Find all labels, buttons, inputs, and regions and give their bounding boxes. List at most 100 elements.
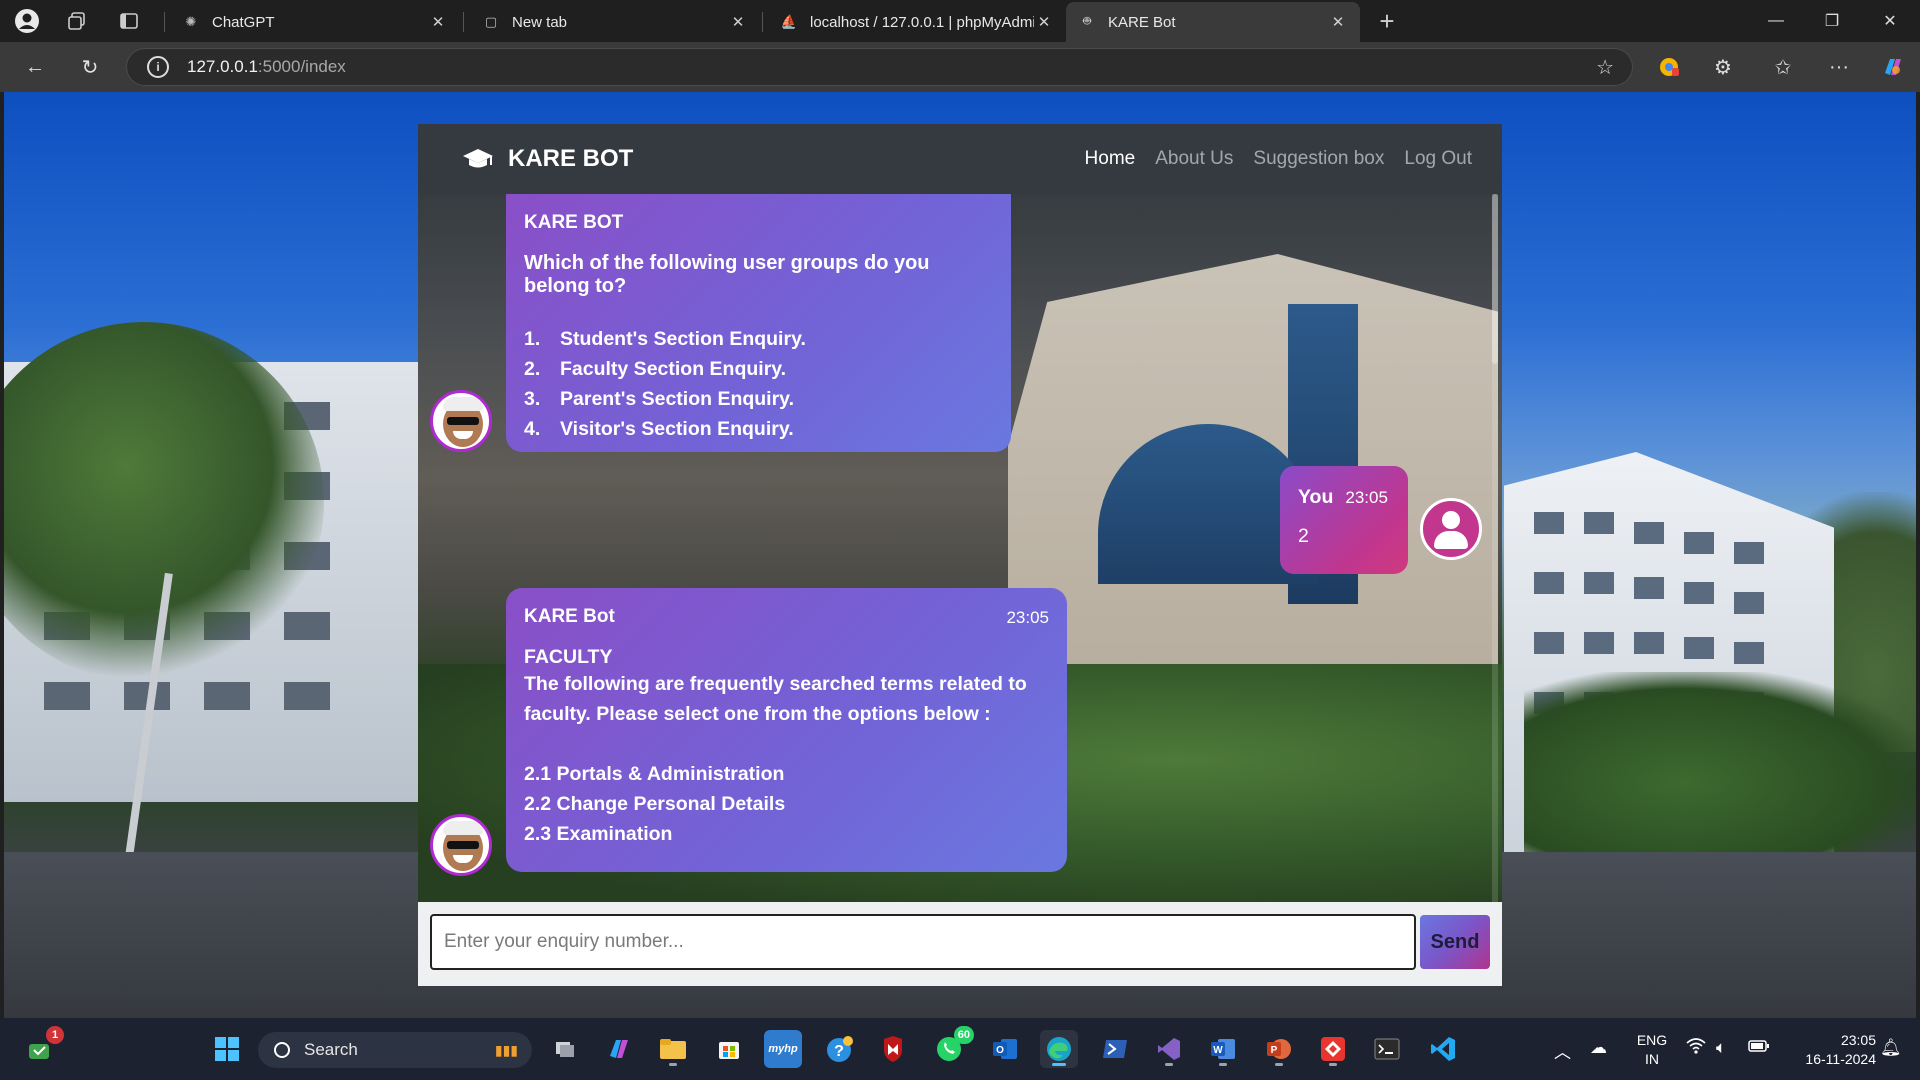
list-item: 4. Visitor's Section Enquiry.: [524, 418, 794, 440]
task-view-icon[interactable]: [546, 1030, 584, 1068]
message-time: 23:05: [1006, 608, 1049, 627]
language-indicator[interactable]: ENG IN: [1634, 1031, 1670, 1069]
nav-suggestion-box[interactable]: Suggestion box: [1253, 148, 1384, 170]
notification-badge: 1: [46, 1026, 64, 1044]
nav-about-us[interactable]: About Us: [1155, 148, 1233, 170]
terminal-icon[interactable]: [1368, 1030, 1406, 1068]
list-item: 2.2 Change Personal Details: [524, 793, 786, 815]
chat-area[interactable]: KARE BOT Which of the following user gro…: [418, 194, 1502, 902]
powerpoint-icon[interactable]: P: [1260, 1030, 1298, 1068]
clock-time: 23:05: [1840, 1032, 1876, 1048]
brand[interactable]: KARE BOT: [462, 145, 633, 173]
chat-scrollbar[interactable]: [1492, 194, 1498, 902]
profile-icon[interactable]: [12, 6, 42, 36]
whatsapp-icon[interactable]: 60: [930, 1026, 974, 1068]
refresh-icon[interactable]: ↻: [73, 51, 107, 83]
tab-chatgpt[interactable]: ✺ ChatGPT ✕: [170, 2, 460, 42]
address-bar[interactable]: i 127.0.0.1:5000/index ☆: [126, 48, 1633, 86]
search-highlight-icon: ▮▮▮: [494, 1041, 518, 1058]
close-icon[interactable]: ✕: [728, 13, 748, 31]
tab-title: KARE Bot: [1108, 13, 1176, 31]
list-item: 2. Faculty Section Enquiry.: [524, 358, 787, 380]
message-time: 23:05: [1345, 488, 1388, 507]
back-icon[interactable]: ←: [18, 51, 52, 83]
store-icon[interactable]: [710, 1030, 748, 1068]
site-info-icon[interactable]: i: [147, 56, 169, 78]
bot-message: KARE Bot 23:05 FACULTY The following are…: [506, 588, 1067, 872]
search-label: Search: [304, 1040, 358, 1059]
window-close-icon[interactable]: ✕: [1862, 0, 1918, 42]
svg-text:W: W: [1213, 1045, 1223, 1056]
new-tab-icon[interactable]: +: [1372, 6, 1402, 36]
outlook-icon[interactable]: O: [986, 1030, 1024, 1068]
region-code: IN: [1645, 1051, 1659, 1067]
clock[interactable]: 23:05 16-11-2024: [1780, 1031, 1876, 1069]
anydesk-icon[interactable]: [1314, 1030, 1352, 1068]
volume-icon[interactable]: 🔈︎: [1716, 1038, 1726, 1058]
list-item: 1. Student's Section Enquiry.: [524, 328, 806, 350]
list-item: 3. Parent's Section Enquiry.: [524, 388, 794, 410]
vscode-icon[interactable]: [1424, 1030, 1462, 1068]
nav-home[interactable]: Home: [1085, 148, 1136, 170]
restore-icon[interactable]: ❐: [1804, 0, 1860, 42]
taskbar-search[interactable]: Search ▮▮▮: [258, 1032, 532, 1068]
send-button[interactable]: Send: [1420, 915, 1490, 969]
enquiry-input[interactable]: [430, 914, 1416, 970]
visual-studio-icon[interactable]: [1150, 1030, 1188, 1068]
show-hidden-icons[interactable]: ︿: [1554, 1038, 1571, 1063]
workspaces-icon[interactable]: [62, 6, 92, 36]
favorite-star-icon[interactable]: ☆: [1596, 55, 1614, 80]
tab-phpmyadmin[interactable]: ⛵ localhost / 127.0.0.1 | phpMyAdmin ✕: [768, 2, 1066, 42]
hp-app-icon[interactable]: my hp: [764, 1030, 802, 1068]
tab-kare-bot[interactable]: 🤖︎ KARE Bot ✕: [1066, 2, 1360, 42]
close-icon[interactable]: ✕: [1034, 13, 1054, 31]
powershell-icon[interactable]: [1096, 1030, 1134, 1068]
edge-browser-icon[interactable]: [1040, 1030, 1078, 1068]
extensions-puzzle-icon[interactable]: ⚙: [1706, 51, 1740, 83]
tab-new-tab[interactable]: ▢ New tab ✕: [470, 2, 760, 42]
chatgpt-icon: ✺: [185, 14, 197, 29]
copilot-icon[interactable]: [1876, 51, 1910, 83]
onedrive-icon[interactable]: ☁: [1590, 1038, 1607, 1058]
graduation-cap-icon: [463, 149, 493, 168]
minimize-icon[interactable]: —: [1748, 0, 1804, 42]
close-icon[interactable]: ✕: [1328, 13, 1348, 31]
message-sender: KARE Bot: [524, 606, 615, 627]
bot-avatar: [430, 390, 492, 452]
user-message: You 23:05 2: [1280, 466, 1408, 574]
mcafee-icon[interactable]: [874, 1030, 912, 1068]
word-icon[interactable]: W: [1204, 1030, 1242, 1068]
url-path: :5000/index: [257, 57, 346, 76]
option-list: 1. Student's Section Enquiry. 2. Faculty S…: [524, 324, 993, 444]
copilot-taskbar-icon[interactable]: [600, 1030, 638, 1068]
app-navbar: KARE BOT Home About Us Suggestion box Lo…: [418, 124, 1502, 194]
more-options-icon[interactable]: ···: [1822, 51, 1856, 83]
phpmyadmin-icon: ⛵: [780, 14, 798, 29]
tab-title: localhost / 127.0.0.1 | phpMyAdmin: [810, 13, 1034, 31]
favorites-icon[interactable]: ✩: [1766, 51, 1800, 83]
extension-icon[interactable]: [1652, 51, 1686, 83]
notifications-bell-icon[interactable]: 🔔︎: [1880, 1038, 1902, 1058]
nav-log-out[interactable]: Log Out: [1404, 148, 1472, 170]
close-icon[interactable]: ✕: [428, 13, 448, 31]
wifi-icon[interactable]: [1686, 1038, 1706, 1059]
svg-text:O: O: [996, 1045, 1004, 1056]
start-windows-icon[interactable]: [208, 1030, 246, 1068]
battery-icon[interactable]: [1748, 1038, 1770, 1058]
message-heading: FACULTY: [524, 646, 613, 668]
scrollbar-thumb[interactable]: [1492, 194, 1498, 364]
help-icon[interactable]: ?: [820, 1030, 858, 1068]
option-list: 2.1 Portals & Administration 2.2 Change …: [524, 759, 1049, 849]
input-bar: Send: [418, 902, 1502, 986]
file-explorer-icon[interactable]: [654, 1030, 692, 1068]
vertical-tabs-icon[interactable]: [114, 6, 144, 36]
widgets-icon[interactable]: 1: [20, 1026, 64, 1068]
list-item: 2.3 Examination: [524, 823, 673, 845]
svg-text:P: P: [1271, 1045, 1278, 1056]
chat-app: KARE BOT Home About Us Suggestion box Lo…: [418, 124, 1502, 986]
list-item: 2.1 Portals & Administration: [524, 763, 785, 785]
tab-title: ChatGPT: [212, 13, 275, 31]
whatsapp-badge: 60: [953, 1026, 974, 1044]
message-text: The following are frequently searched te…: [524, 673, 1027, 725]
nav-links: Home About Us Suggestion box Log Out: [1065, 124, 1472, 194]
